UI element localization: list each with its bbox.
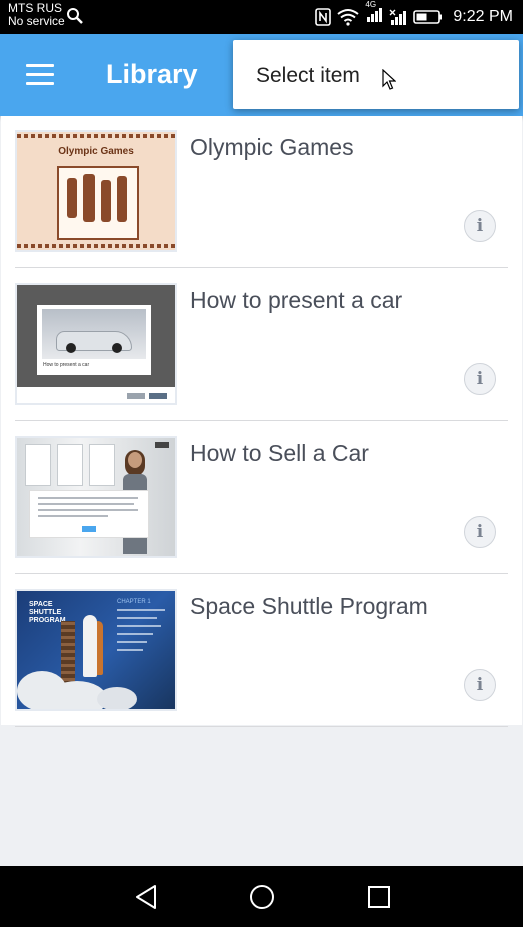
item-title[interactable]: Olympic Games bbox=[190, 134, 354, 161]
battery-icon bbox=[413, 9, 443, 24]
divider bbox=[15, 420, 508, 421]
menu-item-select-item[interactable]: Select item bbox=[256, 64, 360, 88]
no-signal-icon bbox=[389, 9, 407, 25]
item-thumbnail[interactable]: How to present a car bbox=[15, 283, 177, 405]
item-title[interactable]: How to Sell a Car bbox=[190, 440, 369, 467]
status-bar: MTS RUS No service 4G 9:22 PM bbox=[0, 0, 523, 34]
list-item[interactable]: How to Sell a Car i bbox=[1, 422, 522, 574]
carrier-info: MTS RUS No service bbox=[8, 2, 65, 28]
library-list: Olympic Games Olympic Games i How to pre… bbox=[1, 116, 522, 727]
thumbnail-dialog bbox=[29, 490, 149, 538]
divider bbox=[15, 573, 508, 574]
home-circle-icon[interactable] bbox=[249, 884, 275, 910]
system-nav-bar bbox=[0, 866, 523, 927]
page-title: Library bbox=[106, 59, 198, 89]
item-thumbnail[interactable]: SPACE SHUTTLE PROGRAM CHAPTER 1 bbox=[15, 589, 177, 711]
thumbnail-title: Olympic Games bbox=[58, 146, 134, 157]
list-item[interactable]: SPACE SHUTTLE PROGRAM CHAPTER 1 Space Sh… bbox=[1, 575, 522, 727]
info-icon[interactable]: i bbox=[464, 210, 496, 242]
service-status: No service bbox=[8, 14, 65, 28]
cell-signal-4g: 4G bbox=[365, 0, 383, 27]
search-icon bbox=[67, 8, 83, 24]
item-title[interactable]: Space Shuttle Program bbox=[190, 593, 428, 620]
network-type-label: 4G bbox=[365, 0, 377, 9]
list-item[interactable]: How to present a car How to present a ca… bbox=[1, 269, 522, 421]
list-item[interactable]: Olympic Games Olympic Games i bbox=[1, 116, 522, 268]
overflow-popup-menu: Select item bbox=[233, 40, 519, 109]
clock: 9:22 PM bbox=[453, 7, 513, 25]
wifi-icon bbox=[337, 8, 360, 26]
item-thumbnail[interactable]: Olympic Games bbox=[15, 130, 177, 252]
divider bbox=[15, 726, 508, 727]
recents-square-icon[interactable] bbox=[367, 884, 391, 910]
nfc-icon bbox=[315, 7, 332, 26]
item-title[interactable]: How to present a car bbox=[190, 287, 402, 314]
item-thumbnail[interactable] bbox=[15, 436, 177, 558]
status-icons: 4G 9:22 PM bbox=[315, 0, 513, 27]
thumbnail-chapter: CHAPTER 1 bbox=[117, 599, 151, 605]
info-icon[interactable]: i bbox=[464, 516, 496, 548]
divider bbox=[15, 267, 508, 268]
back-triangle-icon[interactable] bbox=[134, 884, 158, 910]
info-icon[interactable]: i bbox=[464, 669, 496, 701]
mouse-cursor-icon bbox=[382, 69, 396, 90]
thumbnail-caption: How to present a car bbox=[43, 362, 90, 368]
greek-art-image bbox=[57, 166, 139, 240]
info-icon[interactable]: i bbox=[464, 363, 496, 395]
hamburger-menu-icon[interactable] bbox=[26, 64, 54, 86]
